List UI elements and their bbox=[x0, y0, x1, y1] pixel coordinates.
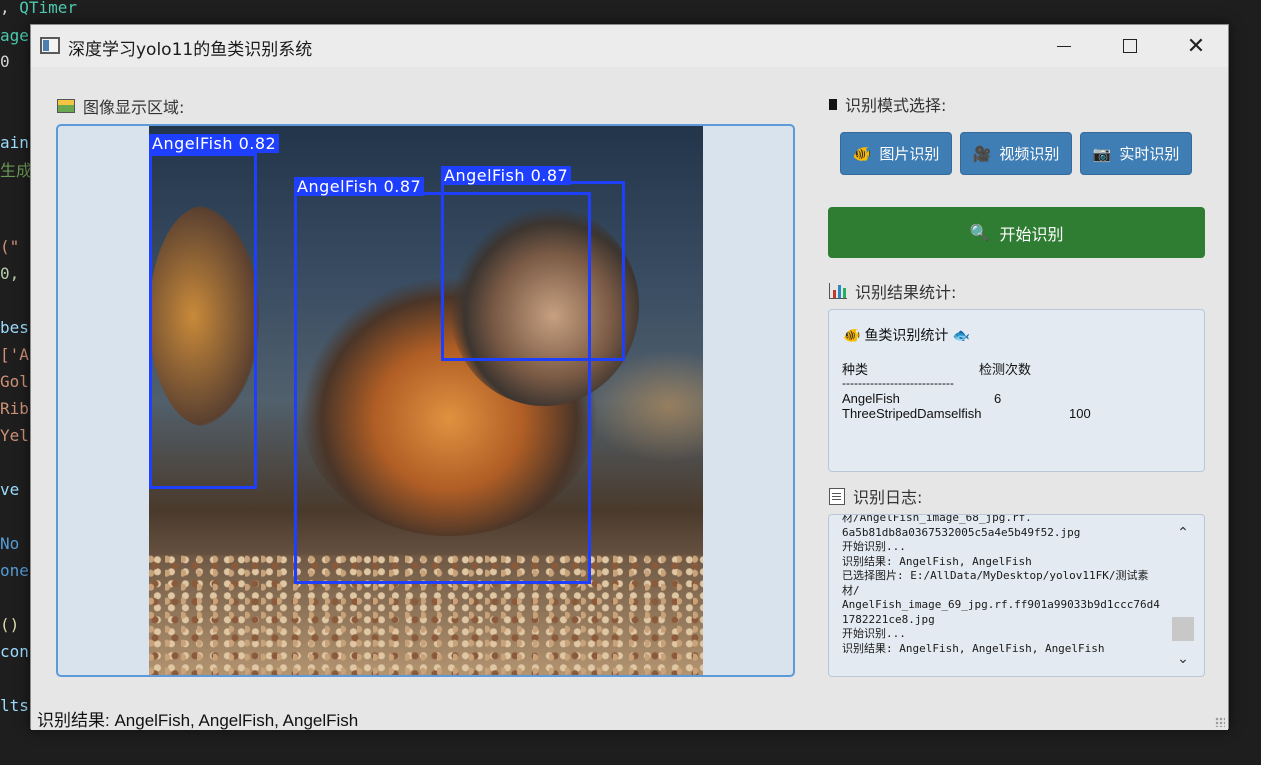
code-line: 生成 bbox=[0, 161, 33, 180]
code-line: age bbox=[0, 26, 29, 45]
minimize-button[interactable] bbox=[1041, 31, 1087, 61]
log-line: 开始识别... bbox=[842, 627, 906, 640]
log-text: 材/AngelFish_image_68_jpg.rf. 6a5b81db8a0… bbox=[842, 514, 1172, 656]
main-content: 图像显示区域: AngelFish 0.82 AngelFish 0.87 An… bbox=[31, 67, 1228, 730]
code-line: lts bbox=[0, 696, 29, 715]
image-area-heading: 图像显示区域: bbox=[57, 94, 184, 118]
code-line: (" bbox=[0, 237, 20, 256]
stats-row: AngelFish 6 bbox=[842, 391, 1002, 406]
log-line: 1782221ce8.jpg bbox=[842, 612, 935, 626]
main-window: 深度学习yolo11的鱼类识别系统 ✕ 图像显示区域: AngelFish 0.… bbox=[30, 24, 1229, 730]
log-line: 材/AngelFish_image_68_jpg.rf. bbox=[842, 514, 1032, 524]
code-line: ['A bbox=[0, 345, 29, 364]
log-heading: 识别日志: bbox=[829, 484, 922, 508]
camera-icon: 📷 bbox=[1092, 144, 1112, 163]
code-line: con bbox=[0, 642, 29, 661]
magnifier-icon: 🔍 bbox=[969, 223, 990, 242]
title-bar[interactable]: 深度学习yolo11的鱼类识别系统 ✕ bbox=[31, 25, 1228, 67]
scroll-up-button[interactable]: ⌃ bbox=[1172, 523, 1194, 543]
code-line: 0, bbox=[0, 264, 20, 283]
log-line: 材/ bbox=[842, 583, 860, 597]
code-line: Yel bbox=[0, 426, 29, 445]
close-icon: ✕ bbox=[1186, 33, 1206, 59]
code-line: one bbox=[0, 561, 29, 580]
status-bar-text: 识别结果: AngelFish, AngelFish, AngelFish bbox=[37, 711, 359, 730]
detection-label: AngelFish 0.87 bbox=[441, 166, 572, 185]
realtime-recognition-button[interactable]: 📷 实时识别 bbox=[1080, 132, 1192, 175]
window-title: 深度学习yolo11的鱼类识别系统 bbox=[68, 40, 313, 60]
maximize-icon bbox=[1123, 39, 1137, 53]
chevron-down-icon: ⌄ bbox=[1177, 651, 1189, 667]
log-line: 6a5b81db8a0367532005c5a4e5b49f52.jpg bbox=[842, 525, 1081, 539]
stats-panel: 🐠 鱼类识别统计 🐟 种类 检测次数 ---------------------… bbox=[828, 309, 1205, 472]
fish-icon: 🐠 bbox=[843, 326, 861, 343]
image-recognition-button[interactable]: 🐠 图片识别 bbox=[840, 132, 952, 175]
image-display-panel: AngelFish 0.82 AngelFish 0.87 AngelFish … bbox=[56, 124, 795, 677]
app-window-icon bbox=[40, 37, 60, 54]
minimize-icon bbox=[1057, 45, 1071, 47]
log-line: 识别结果: AngelFish, AngelFish, AngelFish bbox=[842, 641, 1105, 655]
start-recognition-label: 开始识别 bbox=[999, 224, 1064, 244]
detection-label: AngelFish 0.82 bbox=[149, 134, 280, 153]
code-line: bes bbox=[0, 318, 29, 337]
image-recognition-label: 图片识别 bbox=[879, 145, 940, 163]
start-recognition-button[interactable]: 🔍 开始识别 bbox=[828, 207, 1205, 258]
stats-title-text: 鱼类识别统计 bbox=[864, 327, 949, 343]
log-line: AngelFish_image_69_jpg.rf.ff901a99033b9d… bbox=[842, 598, 1160, 611]
code-line: 0 bbox=[0, 52, 10, 71]
bar-chart-icon bbox=[829, 283, 847, 299]
square-bullet-icon bbox=[829, 98, 837, 110]
log-line: 开始识别... bbox=[842, 540, 906, 553]
detection-label: AngelFish 0.87 bbox=[294, 177, 425, 196]
detection-result-image: AngelFish 0.82 AngelFish 0.87 AngelFish … bbox=[149, 126, 703, 675]
realtime-recognition-label: 实时识别 bbox=[1119, 145, 1180, 163]
resize-grip-icon[interactable] bbox=[1215, 717, 1225, 727]
scroll-down-button[interactable]: ⌄ bbox=[1172, 649, 1194, 669]
stats-divider: ---------------------------- bbox=[842, 376, 954, 390]
image-area-label: 图像显示区域: bbox=[83, 98, 185, 117]
code-line: ve bbox=[0, 480, 20, 499]
code-line: Gol bbox=[0, 372, 29, 391]
mode-selection-heading: 识别模式选择: bbox=[829, 92, 946, 116]
log-scrollbar[interactable]: ⌃ ⌄ bbox=[1172, 523, 1194, 669]
log-label: 识别日志: bbox=[853, 488, 923, 507]
stats-title: 🐠 鱼类识别统计 🐟 bbox=[843, 325, 970, 345]
code-line: ain bbox=[0, 133, 29, 152]
close-button[interactable]: ✕ bbox=[1173, 31, 1219, 61]
picture-icon bbox=[57, 99, 75, 113]
code-line: Rib bbox=[0, 399, 29, 418]
memo-icon bbox=[829, 487, 845, 505]
video-recognition-label: 视频识别 bbox=[999, 145, 1060, 163]
fish-icon: 🐠 bbox=[852, 144, 872, 163]
video-recognition-button[interactable]: 🎥 视频识别 bbox=[960, 132, 1072, 175]
detection-box bbox=[441, 181, 625, 361]
scroll-thumb[interactable] bbox=[1172, 617, 1194, 641]
log-line: 识别结果: AngelFish, AngelFish bbox=[842, 554, 1032, 568]
stats-label: 识别结果统计: bbox=[855, 283, 957, 302]
code-line: No bbox=[0, 534, 20, 553]
mode-selection-label: 识别模式选择: bbox=[845, 96, 947, 115]
tropical-fish-icon: 🐟 bbox=[952, 326, 970, 343]
video-camera-icon: 🎥 bbox=[972, 144, 992, 163]
stats-row: ThreeStripedDamselfish 100 bbox=[842, 406, 1091, 421]
log-panel[interactable]: 材/AngelFish_image_68_jpg.rf. 6a5b81db8a0… bbox=[828, 514, 1205, 677]
detection-box bbox=[149, 153, 257, 489]
chevron-up-icon: ⌃ bbox=[1177, 525, 1189, 541]
log-line: 已选择图片: E:/AllData/MyDesktop/yolov11FK/测试… bbox=[842, 569, 1149, 582]
stats-heading: 识别结果统计: bbox=[829, 279, 956, 303]
code-line: () bbox=[0, 615, 20, 634]
maximize-button[interactable] bbox=[1107, 31, 1153, 61]
